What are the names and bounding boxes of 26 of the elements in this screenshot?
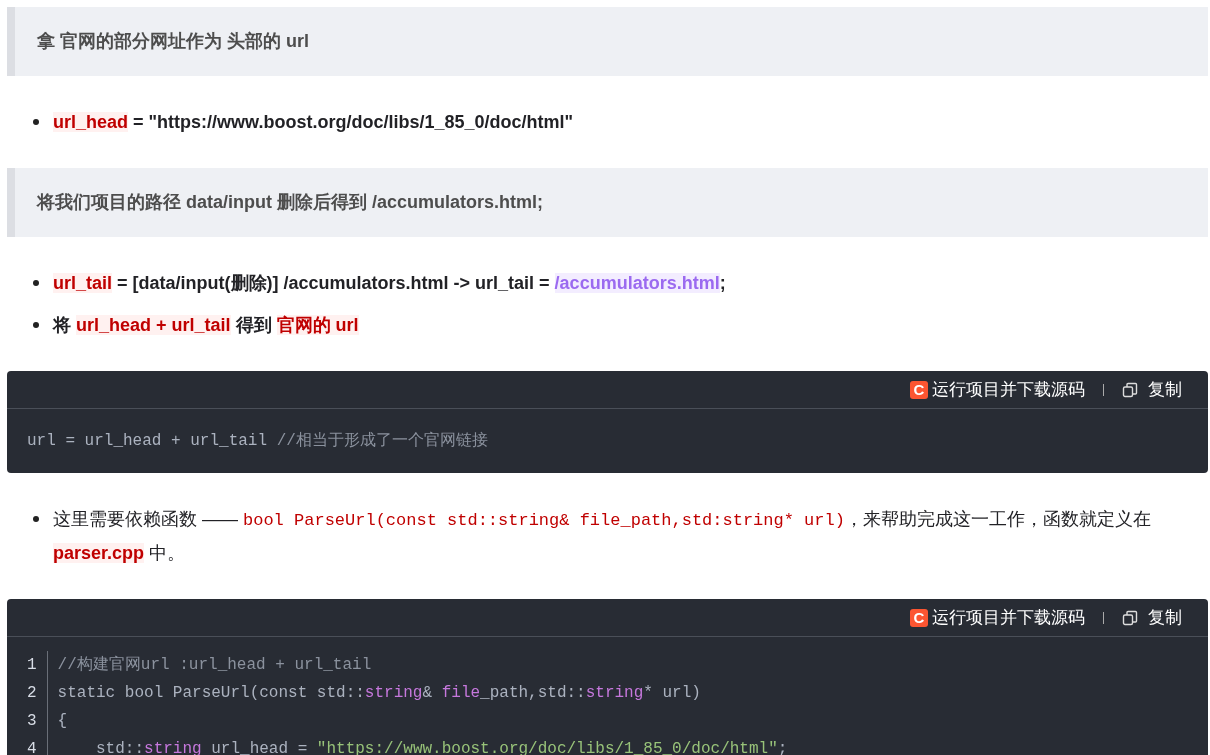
list-item-text: url_head = "https://www.boost.org/doc/libs/1_85_0/doc/html" (53, 111, 574, 134)
bullet-icon (33, 119, 39, 125)
run-project-button[interactable]: C 运行项目并下载源码 (910, 604, 1085, 631)
code-line: url = url_head + url_tail //相当于形成了一个官网链接 (27, 430, 488, 452)
line-number: 4 (27, 739, 37, 755)
list-item-text: url_tail = [data/input(删除)] /accumulators.html -> url_tail = /accumulators.html; (53, 272, 727, 295)
csdn-logo-icon: C (910, 608, 928, 627)
copy-button[interactable]: 复制 (1122, 604, 1182, 631)
list-item-text: 将 url_head + url_tail 得到 官网的 url (53, 314, 360, 337)
bullet-icon (33, 322, 39, 328)
code-line: //构建官网url :url_head + url_tail (57, 654, 373, 676)
bullet-icon (33, 280, 39, 286)
copy-button[interactable]: 复制 (1122, 376, 1182, 403)
code-line: static bool ParseUrl(const std::string& file_path,std::string* url) (57, 683, 702, 704)
copy-icon (1122, 381, 1138, 398)
bullet-icon (33, 516, 39, 522)
copy-icon (1122, 609, 1138, 626)
line-number: 2 (27, 683, 37, 704)
csdn-logo-icon: C (910, 380, 928, 399)
code-line: { (57, 711, 69, 732)
run-project-button[interactable]: C 运行项目并下载源码 (910, 376, 1085, 403)
list-item-text: 这里需要依赖函数 —— bool ParseUrl(const std::string& file_path,std:string* url)，来帮助完成这一工作，函数就定义在 parser.cpp 中。 (53, 508, 1152, 565)
line-number: 1 (27, 655, 37, 676)
quote-text: 拿 官网的部分网址作为 头部的 url (37, 30, 309, 53)
line-number: 3 (27, 711, 37, 732)
quote-text: 将我们项目的路径 data/input 删除后得到 /accumulators.html; (37, 191, 544, 214)
